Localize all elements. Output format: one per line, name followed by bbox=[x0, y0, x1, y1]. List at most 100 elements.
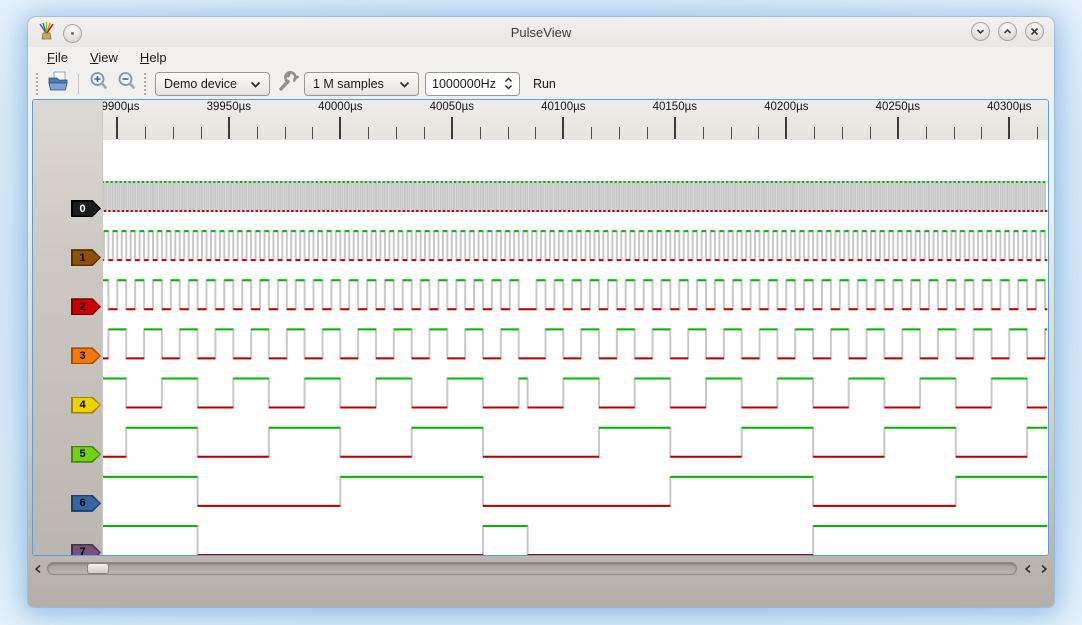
ruler-major-tick bbox=[227, 117, 230, 139]
menu-file[interactable]: File bbox=[36, 48, 79, 67]
ruler-major-tick bbox=[562, 117, 565, 139]
channel-flag-label: 4 bbox=[72, 398, 100, 413]
ruler-minor-tick bbox=[173, 127, 175, 139]
wrench-icon bbox=[276, 70, 299, 97]
ruler-major-tick bbox=[673, 117, 676, 139]
channel-header-sidebar bbox=[33, 100, 103, 555]
minimize-button[interactable] bbox=[971, 22, 990, 41]
toolbar: Demo device 1 M samples 1000000Hz Run bbox=[28, 68, 1054, 99]
signal-edges-ch1 bbox=[103, 230, 1048, 262]
signal-edges-ch2 bbox=[103, 279, 1048, 311]
menubar: File View Help bbox=[28, 47, 1054, 68]
ruler-minor-tick bbox=[535, 127, 537, 139]
channel-flag-label: 0 bbox=[72, 201, 100, 216]
ruler-minor-tick bbox=[925, 127, 927, 139]
chevron-down-icon bbox=[399, 77, 410, 91]
ruler-minor-tick bbox=[312, 127, 314, 139]
signal-edges-ch5 bbox=[103, 426, 1048, 458]
ruler-major-tick bbox=[450, 117, 453, 139]
signal-edges-ch0 bbox=[103, 181, 1048, 212]
zoom-out-icon bbox=[116, 70, 138, 97]
sample-rate-value: 1000000Hz bbox=[432, 76, 496, 91]
window-title: PulseView bbox=[510, 24, 572, 40]
menu-view[interactable]: View bbox=[79, 48, 129, 67]
ruler-minor-tick bbox=[284, 127, 286, 139]
ruler-minor-tick bbox=[842, 127, 844, 139]
channel-flag-label: 7 bbox=[72, 545, 100, 555]
toolbar-drag-handle[interactable] bbox=[144, 72, 149, 95]
spin-up-icon bbox=[504, 77, 512, 83]
zoom-out-button[interactable] bbox=[113, 71, 141, 97]
ruler-minor-tick bbox=[981, 127, 983, 139]
ruler-time-label: 40150µs bbox=[652, 101, 697, 113]
device-select-value: Demo device bbox=[164, 76, 237, 91]
spin-down-icon bbox=[504, 84, 512, 90]
horizontal-scrollbar[interactable] bbox=[32, 561, 1050, 576]
ruler-time-label: 40100µs bbox=[541, 101, 586, 113]
signal-edges-ch3 bbox=[103, 328, 1048, 360]
ruler-minor-tick bbox=[368, 127, 370, 139]
spinbox-arrows[interactable] bbox=[504, 77, 513, 90]
ruler-minor-tick bbox=[646, 127, 648, 139]
window-menu-button[interactable] bbox=[63, 23, 82, 43]
ruler-minor-tick bbox=[702, 127, 704, 139]
scroll-right-icon[interactable] bbox=[1038, 562, 1050, 576]
ruler-minor-tick bbox=[869, 127, 871, 139]
signal-edges-ch4 bbox=[103, 377, 1048, 409]
toolbar-drag-handle[interactable] bbox=[36, 72, 41, 95]
channel-flag-label: 5 bbox=[72, 447, 100, 462]
ruler-time-label: 40200µs bbox=[764, 101, 809, 113]
device-config-button[interactable] bbox=[273, 71, 301, 97]
menu-help[interactable]: Help bbox=[129, 48, 178, 67]
sample-count-select[interactable]: 1 M samples bbox=[304, 71, 419, 96]
zoom-in-button[interactable] bbox=[85, 71, 113, 97]
titlebar[interactable]: PulseView bbox=[28, 17, 1054, 47]
ruler-time-label: 39900µs bbox=[103, 101, 140, 113]
ruler-minor-tick bbox=[479, 127, 481, 139]
maximize-button[interactable] bbox=[998, 22, 1017, 41]
ruler-minor-tick bbox=[619, 127, 621, 139]
scrollbar-thumb[interactable] bbox=[87, 563, 109, 574]
scroll-left-icon[interactable] bbox=[32, 562, 44, 576]
toolbar-separator bbox=[78, 73, 79, 94]
ruler-major-tick bbox=[116, 117, 119, 139]
run-button[interactable]: Run bbox=[533, 77, 556, 91]
zoom-in-icon bbox=[88, 70, 110, 97]
close-button[interactable] bbox=[1025, 22, 1044, 41]
signal-edges-ch7 bbox=[103, 524, 1048, 555]
time-ruler[interactable]: 39900µs 39950µs 40000µs 40050µs 40100µs 40150… bbox=[103, 100, 1048, 140]
ruler-minor-tick bbox=[256, 127, 258, 139]
channel-flag-label: 6 bbox=[72, 496, 100, 511]
ruler-time-label: 40050µs bbox=[429, 101, 474, 113]
signal-edges-ch6 bbox=[103, 475, 1048, 507]
ruler-major-tick bbox=[785, 117, 788, 139]
sample-rate-spinbox[interactable]: 1000000Hz bbox=[425, 71, 520, 96]
scrollbar-track[interactable] bbox=[47, 562, 1017, 575]
ruler-minor-tick bbox=[814, 127, 816, 139]
device-select[interactable]: Demo device bbox=[155, 71, 270, 96]
ruler-time-label: 40300µs bbox=[987, 101, 1032, 113]
ruler-time-label: 40000µs bbox=[318, 101, 363, 113]
ruler-time-label: 40250µs bbox=[875, 101, 920, 113]
ruler-time-label: 39950µs bbox=[206, 101, 251, 113]
chevron-down-icon bbox=[250, 77, 261, 91]
ruler-minor-tick bbox=[507, 127, 509, 139]
ruler-minor-tick bbox=[730, 127, 732, 139]
ruler-minor-tick bbox=[200, 127, 202, 139]
ruler-minor-tick bbox=[1037, 127, 1039, 139]
ruler-major-tick bbox=[896, 117, 899, 139]
sample-count-value: 1 M samples bbox=[313, 76, 384, 91]
ruler-minor-tick bbox=[953, 127, 955, 139]
ruler-minor-tick bbox=[145, 127, 147, 139]
open-file-button[interactable] bbox=[44, 71, 72, 97]
trace-view[interactable]: 39900µs 39950µs 40000µs 40050µs 40100µs 40150… bbox=[32, 99, 1049, 556]
pulseview-window: PulseView File View Help Demo device 1 M… bbox=[28, 17, 1054, 607]
ruler-minor-tick bbox=[396, 127, 398, 139]
ruler-major-tick bbox=[1008, 117, 1011, 139]
channel-flag-label: 2 bbox=[72, 299, 100, 314]
ruler-major-tick bbox=[339, 117, 342, 139]
channel-flag-label: 3 bbox=[72, 348, 100, 363]
waveform-canvas[interactable] bbox=[103, 140, 1048, 555]
app-logo-icon bbox=[38, 21, 55, 45]
scroll-left-icon[interactable] bbox=[1022, 562, 1034, 576]
